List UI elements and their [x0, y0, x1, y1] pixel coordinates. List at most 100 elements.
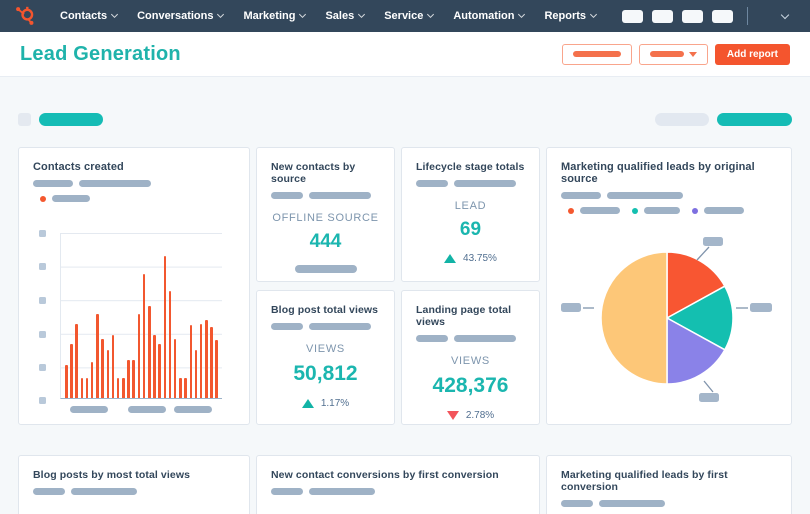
comparison-placeholder — [294, 265, 357, 273]
pie-callout-line — [703, 380, 714, 393]
chevron-down-icon — [427, 10, 435, 19]
report-title: Lifecycle stage totals — [416, 161, 525, 173]
bar — [179, 378, 182, 398]
bar — [137, 313, 141, 398]
bar — [85, 378, 89, 398]
bar — [173, 338, 177, 398]
chevron-down-icon — [688, 51, 697, 57]
report-title: Contacts created — [33, 161, 124, 173]
metric-label: VIEWS — [451, 355, 490, 367]
report-title: Marketing qualified leads by original so… — [561, 161, 755, 185]
metric-value: 69 — [459, 219, 482, 240]
report-title: New contact conversions by first convers… — [271, 469, 499, 481]
bar — [80, 378, 84, 398]
filter-pill-secondary[interactable] — [655, 113, 709, 126]
toolbar-icon-placeholder[interactable] — [682, 9, 703, 23]
pie-callout-line — [696, 246, 710, 261]
pie-label-placeholder — [699, 393, 719, 402]
x-axis-tick-placeholder — [70, 406, 108, 413]
card-contacts-created: Contacts created — [18, 147, 250, 425]
nav-automation[interactable]: Automation — [443, 0, 534, 32]
y-axis-tick-placeholder — [39, 263, 46, 270]
legend-swatch-icon — [568, 207, 574, 214]
chevron-down-icon — [518, 10, 526, 19]
bar — [142, 274, 146, 398]
card-blog-post-total-views: Blog post total views VIEWS 50,812 1.17% — [256, 290, 395, 425]
bar — [199, 323, 203, 398]
dashboard-actions-dropdown[interactable] — [638, 43, 708, 65]
add-report-button[interactable]: Add report — [714, 43, 790, 65]
pie-slice-yellow — [600, 251, 668, 385]
y-axis-tick-placeholder — [39, 364, 46, 371]
report-title: Landing page total views — [416, 304, 512, 328]
bar — [132, 360, 135, 398]
contacts-created-plot — [60, 233, 222, 399]
bar — [65, 365, 68, 398]
metric-value: 50,812 — [293, 362, 358, 385]
report-title: New contacts by source — [271, 161, 356, 185]
top-navbar: Contacts Conversations Marketing Sales S… — [0, 0, 810, 32]
bar — [70, 343, 73, 398]
filter-icon-placeholder[interactable] — [18, 113, 31, 126]
metric-label: OFFLINE SOURCE — [272, 212, 379, 224]
subtitle-placeholders — [561, 192, 777, 199]
card-new-contact-conversions: New contact conversions by first convers… — [256, 455, 540, 514]
subtitle-placeholders — [271, 192, 380, 199]
report-title: Blog posts by most total views — [33, 469, 191, 481]
report-title: Marketing qualified leads by first conve… — [561, 469, 728, 493]
nav-marketing[interactable]: Marketing — [233, 0, 315, 32]
nav-conversations[interactable]: Conversations — [127, 0, 233, 32]
bar — [163, 256, 167, 398]
nav-sales[interactable]: Sales — [315, 0, 374, 32]
bar — [153, 335, 156, 398]
pie-label-placeholder — [561, 303, 581, 312]
metric-value: 444 — [309, 231, 342, 252]
subtitle-placeholders — [33, 488, 235, 495]
metric-delta: 43.75% — [416, 253, 525, 264]
chevron-down-icon — [589, 10, 598, 19]
subtitle-placeholders — [416, 335, 525, 342]
page-title: Lead Generation — [20, 42, 181, 65]
pie-slice-teal — [665, 285, 734, 351]
report-grid-bottom: Blog posts by most total views New conta… — [18, 455, 792, 514]
toolbar-icon-placeholder[interactable] — [652, 9, 673, 23]
pie-label-placeholder — [703, 237, 723, 246]
nav-contacts[interactable]: Contacts — [50, 0, 127, 32]
legend-swatch-icon — [632, 207, 638, 214]
filter-pill-primary[interactable] — [717, 113, 792, 126]
nav-service[interactable]: Service — [374, 0, 443, 32]
toolbar-icon-placeholder[interactable] — [622, 9, 643, 23]
account-chevron-down-icon[interactable] — [780, 10, 790, 20]
navbar-right-tools — [613, 7, 796, 25]
metric-delta: 1.17% — [271, 398, 380, 409]
delta-up-icon — [444, 254, 457, 263]
bar — [96, 313, 99, 398]
card-blog-posts-by-most-total-views: Blog posts by most total views — [18, 455, 250, 514]
bar — [189, 325, 192, 398]
metric-label: VIEWS — [306, 343, 345, 355]
bar — [210, 327, 213, 398]
metric-value: 428,376 — [432, 374, 509, 397]
bar-chart-legend — [33, 195, 235, 202]
bar — [127, 360, 130, 398]
subtitle-placeholders — [271, 323, 380, 330]
y-axis-tick-placeholder — [39, 397, 46, 404]
redacted-label-bar — [572, 51, 621, 57]
date-filter-pill[interactable] — [39, 113, 103, 126]
redacted-label-bar — [649, 51, 684, 57]
metric-label: LEAD — [454, 200, 487, 212]
bar — [75, 323, 78, 398]
nav-reports[interactable]: Reports — [534, 0, 606, 32]
bar — [116, 378, 120, 398]
toolbar-icon-placeholder[interactable] — [712, 9, 733, 23]
chevron-down-icon — [111, 10, 119, 19]
delta-down-icon — [446, 411, 459, 420]
metric-delta: 2.78% — [416, 410, 525, 421]
filter-row-right — [655, 113, 792, 126]
card-landing-page-total-views: Landing page total views VIEWS 428,376 2… — [401, 290, 540, 425]
hubspot-logo-icon[interactable] — [14, 5, 38, 27]
bar — [101, 338, 104, 398]
bar — [184, 378, 187, 398]
dashboard-filter-button[interactable] — [561, 43, 632, 65]
bar — [106, 350, 109, 398]
